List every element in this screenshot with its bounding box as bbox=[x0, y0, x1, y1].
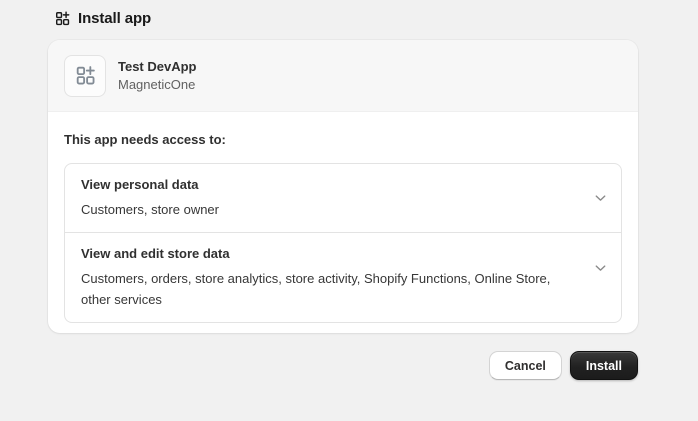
chevron-down-icon[interactable] bbox=[593, 191, 608, 206]
app-meta: Test DevApp MagneticOne bbox=[118, 59, 197, 92]
cancel-button[interactable]: Cancel bbox=[488, 351, 562, 380]
footer-actions: Cancel Install bbox=[488, 351, 638, 380]
permission-row-personal-data[interactable]: View personal data Customers, store owne… bbox=[65, 164, 621, 232]
permission-description: Customers, store owner bbox=[81, 202, 219, 217]
permission-title: View personal data bbox=[81, 177, 199, 192]
permission-description: Customers, orders, store analytics, stor… bbox=[81, 271, 551, 307]
app-developer: MagneticOne bbox=[118, 77, 196, 92]
page-title: Install app bbox=[78, 9, 152, 27]
access-heading: This app needs access to: bbox=[64, 132, 226, 147]
apps-grid-plus-icon bbox=[74, 64, 97, 87]
app-summary-header: Test DevApp MagneticOne bbox=[48, 40, 638, 112]
permissions-list: View personal data Customers, store owne… bbox=[64, 163, 622, 323]
chevron-down-icon[interactable] bbox=[593, 261, 608, 276]
app-logo bbox=[64, 54, 106, 97]
install-card: Test DevApp MagneticOne This app needs a… bbox=[48, 40, 638, 333]
apps-icon bbox=[54, 10, 71, 27]
app-name: Test DevApp bbox=[118, 59, 197, 74]
card-body: This app needs access to: View personal … bbox=[48, 112, 638, 323]
install-button[interactable]: Install bbox=[569, 351, 638, 380]
permission-title: View and edit store data bbox=[81, 246, 230, 261]
page-header: Install app bbox=[54, 7, 151, 29]
permission-row-store-data[interactable]: View and edit store data Customers, orde… bbox=[65, 232, 621, 322]
